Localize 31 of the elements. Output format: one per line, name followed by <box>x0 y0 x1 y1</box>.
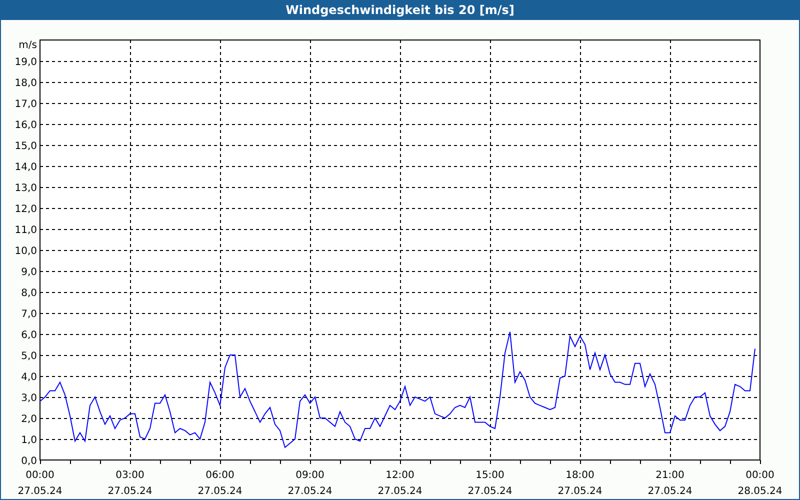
y-tick-label: 1,0 <box>21 435 37 446</box>
y-tick-label: 13,0 <box>14 183 37 194</box>
y-tick-label: 8,0 <box>21 288 37 299</box>
window-title: Windgeschwindigkeit bis 20 [m/s] <box>286 2 514 19</box>
y-tick-label: 10,0 <box>14 246 37 257</box>
y-tick-label: 15,0 <box>14 141 37 152</box>
x-tick-label: 06:00 27.05.24 <box>198 470 242 497</box>
y-tick-label: 9,0 <box>21 267 37 278</box>
y-tick-label: 19,0 <box>14 57 37 68</box>
y-tick-label: 18,0 <box>14 78 37 89</box>
y-tick-label: 4,0 <box>21 372 37 383</box>
y-tick-label: 11,0 <box>14 225 37 236</box>
x-tick-label: 00:00 28.05.24 <box>738 470 782 497</box>
x-tick-label: 21:00 27.05.24 <box>648 470 692 497</box>
y-axis-unit: m/s <box>18 40 37 51</box>
y-tick-label: 12,0 <box>14 204 37 215</box>
y-tick-label: 16,0 <box>14 120 37 131</box>
y-tick-label: 2,0 <box>21 414 37 425</box>
y-tick-label: 6,0 <box>21 330 37 341</box>
y-tick-label: 17,0 <box>14 99 37 110</box>
y-tick-label: 3,0 <box>21 393 37 404</box>
y-tick-label: 7,0 <box>21 309 37 320</box>
x-tick-label: 15:00 27.05.24 <box>468 470 512 497</box>
x-tick-label: 03:00 27.05.24 <box>108 470 152 497</box>
x-tick-label: 09:00 27.05.24 <box>288 470 332 497</box>
x-tick-label: 00:00 27.05.24 <box>18 470 62 497</box>
y-tick-label: 0,0 <box>21 456 37 467</box>
x-tick-label: 12:00 27.05.24 <box>378 470 422 497</box>
x-tick-label: 18:00 27.05.24 <box>558 470 602 497</box>
y-tick-label: 5,0 <box>21 351 37 362</box>
y-tick-label: 14,0 <box>14 162 37 173</box>
